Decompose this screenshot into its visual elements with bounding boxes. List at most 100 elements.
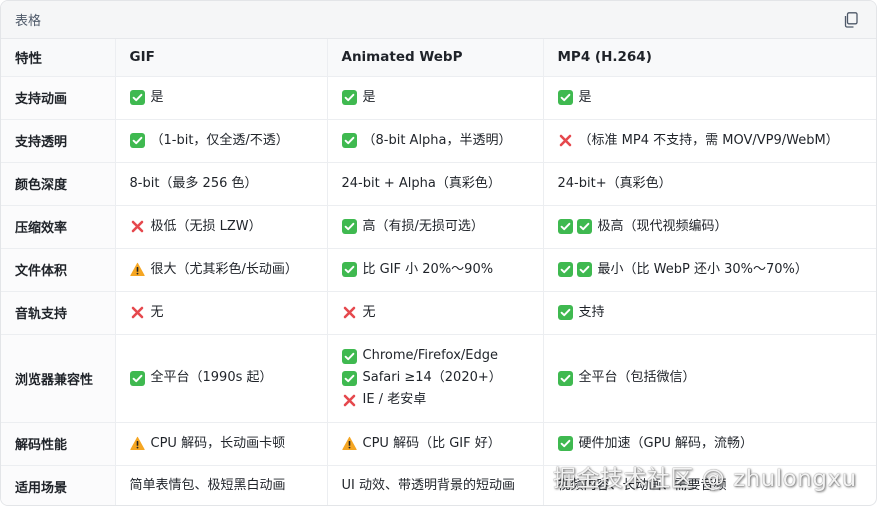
cell-line: 全平台（包括微信） [557, 367, 865, 389]
cell-text: 是 [362, 89, 376, 105]
warning-icon [129, 262, 145, 277]
table-row: 音轨支持 无 无 支持 [1, 291, 876, 335]
cell-line: 简单表情包、极短黑白动画 [130, 475, 313, 497]
cell-line: 极高（现代视频编码） [557, 216, 865, 238]
cross-icon [558, 133, 573, 148]
check-icon [341, 262, 357, 277]
cell-line: IE / 老安卓 [342, 389, 529, 411]
cell-line: （标准 MP4 不支持，需 MOV/VP9/WebM） [558, 130, 865, 152]
cell-line: 全平台（1990s 起） [129, 367, 313, 389]
table-header-row: 特性 GIF Animated WebP MP4 (H.264) [1, 39, 876, 77]
cell-text: 全平台（包括微信） [578, 370, 696, 385]
cell-text: 无 [362, 304, 376, 320]
check-icon [576, 262, 592, 277]
cell-line: 极低（无损 LZW） [130, 216, 313, 238]
cell-text: 是 [578, 89, 592, 105]
cell-text: （标准 MP4 不支持，需 MOV/VP9/WebM） [578, 132, 839, 148]
check-icon [557, 90, 573, 105]
cell-line: 是 [341, 87, 529, 109]
warning-icon [129, 436, 145, 451]
cell-line: 无 [342, 302, 529, 324]
table-cell: 很大（尤其彩色/长动画） [115, 248, 328, 292]
copy-icon[interactable] [840, 10, 860, 30]
cell-text: 比 GIF 小 20%～90% [362, 261, 494, 277]
check-icon [557, 436, 573, 451]
cell-text: 全平台（1990s 起） [150, 370, 273, 385]
column-header-webp: Animated WebP [327, 39, 544, 77]
cell-text: （8-bit Alpha，半透明） [362, 132, 512, 148]
table-card: 表格 特性 GIF Animated WebP MP4 (H.264) 支持动画… [0, 0, 877, 506]
cell-line: （8-bit Alpha，半透明） [341, 130, 529, 152]
cell-line: （1-bit，仅全透/不透） [129, 130, 313, 152]
cross-icon [342, 305, 357, 320]
cell-text: 24-bit+（真彩色） [557, 175, 672, 191]
table-cell: 无 [115, 291, 328, 335]
cell-text: 极低（无损 LZW） [150, 218, 262, 234]
cell-text: CPU 解码，长动画卡顿 [150, 435, 286, 451]
check-icon [129, 133, 145, 148]
feature-cell: 音轨支持 [1, 291, 116, 335]
table-cell: 最小（比 WebP 还小 30%～70%） [543, 248, 876, 292]
cell-text: 支持 [578, 304, 605, 320]
check-icon [341, 348, 357, 364]
cell-text: UI 动效、带透明背景的短动画 [341, 478, 515, 494]
table-cell: 比 GIF 小 20%～90% [327, 248, 544, 292]
cell-text: IE / 老安卓 [362, 392, 427, 407]
table-cell: 全平台（1990s 起） [115, 334, 328, 423]
feature-cell: 支持动画 [1, 76, 116, 120]
cell-text: 高（有损/无损可选） [362, 218, 484, 234]
table-row: 颜色深度 8-bit（最多 256 色） 24-bit + Alpha（真彩色） 24… [1, 162, 876, 206]
check-icon [557, 262, 573, 277]
check-icon [557, 219, 573, 234]
check-icon [341, 90, 357, 105]
check-icon [129, 90, 145, 105]
cell-line: CPU 解码，长动画卡顿 [129, 433, 313, 455]
cell-line: UI 动效、带透明背景的短动画 [342, 475, 529, 497]
table-cell: （8-bit Alpha，半透明） [327, 119, 544, 163]
feature-cell: 文件体积 [1, 248, 116, 292]
cell-line: 硬件加速（GPU 解码，流畅） [557, 433, 865, 455]
table-cell: 高（有损/无损可选） [327, 205, 544, 249]
cell-line: 24-bit+（真彩色） [558, 173, 865, 195]
cell-line: Chrome/Firefox/Edge [341, 345, 529, 367]
cell-text: 最小（比 WebP 还小 30%～70%） [597, 261, 808, 277]
table-row: 支持透明 （1-bit，仅全透/不透） （8-bit Alpha，半透明） （标准 M… [1, 119, 876, 163]
cell-line: 无 [130, 302, 313, 324]
comparison-table: 特性 GIF Animated WebP MP4 (H.264) 支持动画 是 是 是… [1, 39, 876, 505]
warning-icon [341, 436, 357, 451]
cell-text: 极高（现代视频编码） [597, 218, 728, 234]
feature-cell: 解码性能 [1, 422, 116, 466]
table-row: 支持动画 是 是 是 [1, 76, 876, 120]
cell-text: 很大（尤其彩色/长动画） [150, 261, 298, 277]
cell-text: Safari ≥14（2020+） [362, 370, 502, 385]
table-cell: 支持 [543, 291, 876, 335]
column-header-gif: GIF [115, 39, 328, 77]
cell-text: 8-bit（最多 256 色） [129, 175, 258, 191]
feature-cell: 适用场景 [1, 465, 116, 505]
cell-line: 是 [557, 87, 865, 109]
table-row: 浏览器兼容性 全平台（1990s 起） Chrome/Firefox/Edge Saf… [1, 334, 876, 423]
table-cell: 无 [327, 291, 544, 335]
cell-text: 是 [150, 89, 164, 105]
feature-cell: 支持透明 [1, 119, 116, 163]
check-icon [341, 219, 357, 234]
table-cell: 是 [327, 76, 544, 120]
cross-icon [342, 393, 357, 408]
cell-line: 支持 [557, 302, 865, 324]
cell-text: 硬件加速（GPU 解码，流畅） [578, 435, 754, 451]
cell-line: 24-bit + Alpha（真彩色） [342, 173, 529, 195]
column-header-mp4: MP4 (H.264) [543, 39, 876, 77]
cell-line: CPU 解码（比 GIF 好） [341, 433, 529, 455]
table-cell: 简单表情包、极短黑白动画 [115, 465, 328, 505]
cell-line: Safari ≥14（2020+） [341, 367, 529, 389]
cross-icon [130, 305, 145, 320]
column-header-feature: 特性 [1, 39, 116, 77]
table-header: 表格 [1, 1, 876, 39]
table-cell: 极低（无损 LZW） [115, 205, 328, 249]
feature-cell: 浏览器兼容性 [1, 334, 116, 423]
table-cell: CPU 解码（比 GIF 好） [327, 422, 544, 466]
cell-text: 无 [150, 304, 164, 320]
table-cell: （标准 MP4 不支持，需 MOV/VP9/WebM） [543, 119, 876, 163]
table-cell: 24-bit + Alpha（真彩色） [327, 162, 544, 206]
cell-text: （1-bit，仅全透/不透） [150, 132, 289, 148]
